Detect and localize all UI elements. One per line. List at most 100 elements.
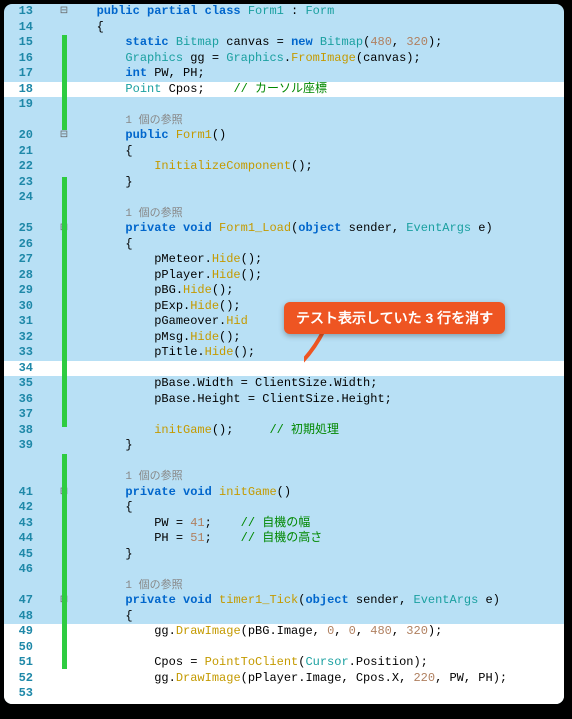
- code-content[interactable]: Graphics gg = Graphics.FromImage(canvas)…: [71, 51, 564, 67]
- code-line[interactable]: 15 static Bitmap canvas = new Bitmap(480…: [4, 35, 564, 51]
- code-line[interactable]: 44 PH = 51; // 自機の高さ: [4, 531, 564, 547]
- code-line[interactable]: 34: [4, 361, 564, 377]
- code-line[interactable]: 49 gg.DrawImage(pBG.Image, 0, 0, 480, 32…: [4, 624, 564, 640]
- gutter: [39, 237, 57, 253]
- code-line[interactable]: [4, 454, 564, 470]
- gutter: [39, 361, 57, 377]
- code-content[interactable]: }: [71, 547, 564, 563]
- code-line[interactable]: 53: [4, 686, 564, 702]
- line-number: 53: [4, 686, 39, 702]
- code-line[interactable]: 33 pTitle.Hide();: [4, 345, 564, 361]
- code-line[interactable]: 24: [4, 190, 564, 206]
- annotation-callout: テスト表示していた 3 行を消す: [284, 302, 505, 334]
- code-line[interactable]: 29 pBG.Hide();: [4, 283, 564, 299]
- fold-toggle[interactable]: ⊟: [57, 128, 71, 144]
- code-line[interactable]: 1 個の参照: [4, 578, 564, 594]
- code-line[interactable]: 27 pMeteor.Hide();: [4, 252, 564, 268]
- code-line[interactable]: 48 {: [4, 609, 564, 625]
- code-line[interactable]: 16 Graphics gg = Graphics.FromImage(canv…: [4, 51, 564, 67]
- code-content[interactable]: Cpos = PointToClient(Cursor.Position);: [71, 655, 564, 671]
- code-content[interactable]: [71, 454, 564, 470]
- code-line[interactable]: 26 {: [4, 237, 564, 253]
- code-content[interactable]: initGame(); // 初期処理: [71, 423, 564, 439]
- gutter: [39, 252, 57, 268]
- code-content[interactable]: [71, 686, 564, 702]
- code-content[interactable]: [71, 562, 564, 578]
- code-line[interactable]: 38 initGame(); // 初期処理: [4, 423, 564, 439]
- code-content[interactable]: [71, 407, 564, 423]
- code-line[interactable]: 28 pPlayer.Hide();: [4, 268, 564, 284]
- code-content[interactable]: {: [71, 609, 564, 625]
- code-line[interactable]: 47⊟ private void timer1_Tick(object send…: [4, 593, 564, 609]
- code-line[interactable]: 43 PW = 41; // 自機の幅: [4, 516, 564, 532]
- fold-toggle[interactable]: ⊟: [57, 4, 71, 20]
- code-line[interactable]: 1 個の参照: [4, 469, 564, 485]
- code-line[interactable]: 18 Point Cpos; // カーソル座標: [4, 82, 564, 98]
- gutter: [39, 686, 57, 702]
- code-line[interactable]: 39 }: [4, 438, 564, 454]
- code-content[interactable]: {: [71, 144, 564, 160]
- code-content[interactable]: }: [71, 175, 564, 191]
- code-line[interactable]: 36 pBase.Height = ClientSize.Height;: [4, 392, 564, 408]
- code-editor[interactable]: 13⊟ public partial class Form1 : Form14 …: [4, 4, 564, 704]
- code-line[interactable]: 45 }: [4, 547, 564, 563]
- code-content[interactable]: pMeteor.Hide();: [71, 252, 564, 268]
- code-content[interactable]: {: [71, 500, 564, 516]
- code-line[interactable]: 50: [4, 640, 564, 656]
- code-content[interactable]: public Form1(): [71, 128, 564, 144]
- code-line[interactable]: 13⊟ public partial class Form1 : Form: [4, 4, 564, 20]
- code-content[interactable]: 1 個の参照: [71, 469, 564, 485]
- code-content[interactable]: InitializeComponent();: [71, 159, 564, 175]
- code-content[interactable]: [71, 640, 564, 656]
- line-number: 54: [4, 702, 39, 705]
- code-content[interactable]: pBase.Image = canvas;: [71, 702, 564, 705]
- code-content[interactable]: pPlayer.Hide();: [71, 268, 564, 284]
- code-content[interactable]: [71, 190, 564, 206]
- code-content[interactable]: pBase.Height = ClientSize.Height;: [71, 392, 564, 408]
- code-content[interactable]: 1 個の参照: [71, 206, 564, 222]
- code-content[interactable]: Point Cpos; // カーソル座標: [71, 82, 564, 98]
- code-line[interactable]: 1 個の参照: [4, 113, 564, 129]
- code-content[interactable]: private void Form1_Load(object sender, E…: [71, 221, 564, 237]
- code-line[interactable]: 52 gg.DrawImage(pPlayer.Image, Cpos.X, 2…: [4, 671, 564, 687]
- code-line[interactable]: 54 pBase.Image = canvas;: [4, 702, 564, 705]
- code-content[interactable]: public partial class Form1 : Form: [71, 4, 564, 20]
- line-number: 30: [4, 299, 39, 315]
- code-line[interactable]: 35 pBase.Width = ClientSize.Width;: [4, 376, 564, 392]
- code-content[interactable]: }: [71, 438, 564, 454]
- code-line[interactable]: 19: [4, 97, 564, 113]
- code-line[interactable]: 14 {: [4, 20, 564, 36]
- gutter: [39, 376, 57, 392]
- code-line[interactable]: 25⊟ private void Form1_Load(object sende…: [4, 221, 564, 237]
- line-number: [4, 578, 39, 594]
- code-content[interactable]: private void timer1_Tick(object sender, …: [71, 593, 564, 609]
- code-content[interactable]: 1 個の参照: [71, 113, 564, 129]
- code-content[interactable]: int PW, PH;: [71, 66, 564, 82]
- code-line[interactable]: 46: [4, 562, 564, 578]
- code-line[interactable]: 51 Cpos = PointToClient(Cursor.Position)…: [4, 655, 564, 671]
- code-content[interactable]: pBase.Width = ClientSize.Width;: [71, 376, 564, 392]
- gutter: [39, 20, 57, 36]
- code-line[interactable]: 23 }: [4, 175, 564, 191]
- code-line[interactable]: 41⊟ private void initGame(): [4, 485, 564, 501]
- code-content[interactable]: PW = 41; // 自機の幅: [71, 516, 564, 532]
- code-line[interactable]: 1 個の参照: [4, 206, 564, 222]
- code-content[interactable]: 1 個の参照: [71, 578, 564, 594]
- code-content[interactable]: private void initGame(): [71, 485, 564, 501]
- code-content[interactable]: gg.DrawImage(pPlayer.Image, Cpos.X, 220,…: [71, 671, 564, 687]
- code-line[interactable]: 37: [4, 407, 564, 423]
- code-content[interactable]: {: [71, 20, 564, 36]
- code-content[interactable]: PH = 51; // 自機の高さ: [71, 531, 564, 547]
- line-number: 34: [4, 361, 39, 377]
- code-line[interactable]: 17 int PW, PH;: [4, 66, 564, 82]
- code-content[interactable]: pBG.Hide();: [71, 283, 564, 299]
- code-content[interactable]: gg.DrawImage(pBG.Image, 0, 0, 480, 320);: [71, 624, 564, 640]
- code-line[interactable]: 42 {: [4, 500, 564, 516]
- code-line[interactable]: 22 InitializeComponent();: [4, 159, 564, 175]
- code-line[interactable]: 21 {: [4, 144, 564, 160]
- code-content[interactable]: [71, 97, 564, 113]
- code-line[interactable]: 20⊟ public Form1(): [4, 128, 564, 144]
- code-content[interactable]: {: [71, 237, 564, 253]
- line-number: [4, 113, 39, 129]
- code-content[interactable]: static Bitmap canvas = new Bitmap(480, 3…: [71, 35, 564, 51]
